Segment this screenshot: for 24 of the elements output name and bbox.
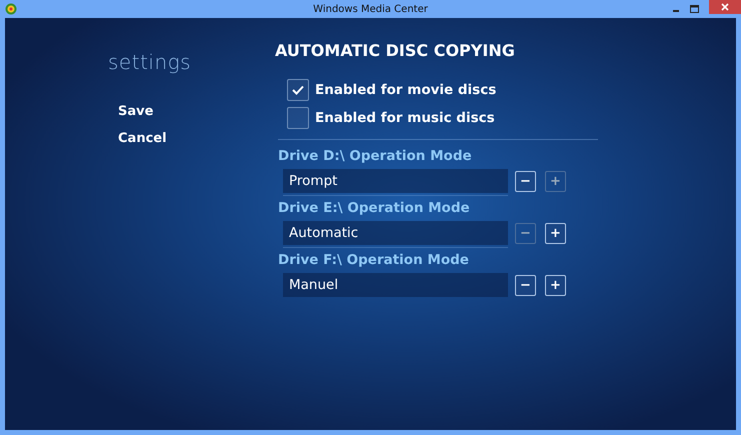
close-icon [721, 3, 729, 11]
menu-item[interactable]: Cancel [118, 131, 278, 158]
checkbox[interactable] [287, 79, 309, 101]
checkmark-icon [292, 85, 304, 95]
increase-button[interactable]: + [545, 222, 566, 244]
close-button[interactable] [709, 0, 741, 14]
checkbox[interactable] [287, 107, 309, 129]
settings-heading: settings [108, 50, 192, 74]
checkbox-label: Enabled for music discs [315, 110, 495, 126]
checkbox-label: Enabled for movie discs [315, 82, 496, 98]
page-title: AUTOMATIC DISC COPYING [275, 41, 516, 60]
app-logo-icon [5, 3, 17, 15]
drive-mode-label: Drive D:\ Operation Mode [278, 148, 473, 164]
decrease-button[interactable]: − [515, 170, 536, 192]
mode-field[interactable]: Prompt [283, 169, 508, 193]
drive-mode-label: Drive E:\ Operation Mode [278, 200, 471, 216]
menu-item[interactable]: Save [118, 104, 278, 131]
mode-field[interactable]: Manuel [283, 273, 508, 297]
decrease-button[interactable]: − [515, 274, 536, 296]
maximize-icon[interactable] [690, 5, 699, 13]
increase-button[interactable]: + [545, 274, 566, 296]
window-title: Windows Media Center [313, 4, 428, 14]
mode-field[interactable]: Automatic [283, 221, 508, 245]
drive-mode-label: Drive F:\ Operation Mode [278, 252, 470, 268]
